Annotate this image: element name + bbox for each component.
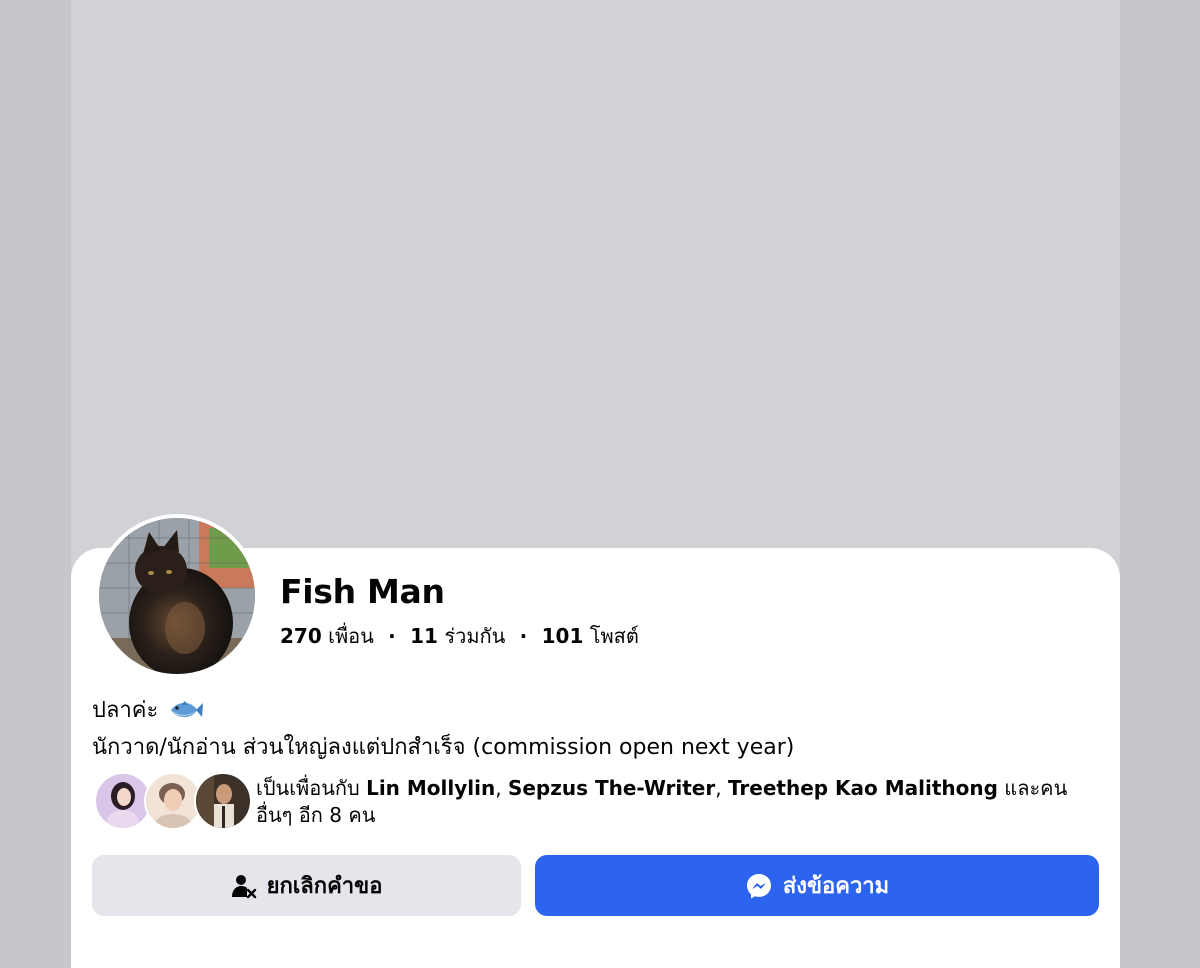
mutual-friend-link[interactable]: Treethep Kao Malithong [728, 776, 998, 800]
message-button[interactable]: ส่งข้อความ [535, 855, 1099, 916]
posts-label: โพสต์ [589, 624, 639, 648]
profile-stats: 270 เพื่อน · 11 ร่วมกัน · 101 โพสต์ [280, 620, 639, 652]
cancel-request-label: ยกเลิกคำขอ [266, 874, 383, 899]
cancel-request-button[interactable]: ยกเลิกคำขอ [92, 855, 521, 916]
mutual-friends-text: เป็นเพื่อนกับ Lin Mollylin, Sepzus The-W… [256, 775, 1076, 829]
stats-separator: · [519, 624, 528, 648]
friends-label[interactable]: เพื่อน [328, 624, 374, 648]
profile-name: Fish Man [280, 572, 445, 611]
mutual-avatar[interactable] [194, 772, 252, 830]
messenger-icon [745, 872, 773, 900]
profile-avatar[interactable] [99, 518, 255, 674]
mutual-count[interactable]: 11 [410, 624, 438, 648]
stats-separator: · [388, 624, 396, 648]
bio-line-2: นักวาด/นักอ่าน ส่วนใหญ่ลงแต่ปกสำเร็จ (co… [92, 735, 795, 760]
separator-comma: , [715, 776, 722, 800]
mutual-friend-link[interactable]: Lin Mollylin [366, 776, 495, 800]
profile-bio: ปลาค่ะ นักวาด/นักอ่าน ส่วนใหญ่ลงแต่ปกสำเ… [92, 694, 794, 764]
bio-line-1: ปลาค่ะ [92, 694, 794, 731]
bio-line-1-text: ปลาค่ะ [92, 698, 159, 723]
separator-comma: , [495, 776, 502, 800]
message-label: ส่งข้อความ [782, 874, 890, 899]
mutual-label[interactable]: ร่วมกัน [444, 624, 505, 648]
mutual-friend-link[interactable]: Sepzus The-Writer [508, 776, 715, 800]
fish-emoji-icon [169, 698, 204, 731]
mutual-prefix: เป็นเพื่อนกับ [256, 776, 360, 800]
friends-count[interactable]: 270 [280, 624, 322, 648]
person-remove-icon [231, 873, 257, 899]
posts-count: 101 [541, 624, 584, 648]
mutual-friends-avatars[interactable] [94, 772, 254, 830]
